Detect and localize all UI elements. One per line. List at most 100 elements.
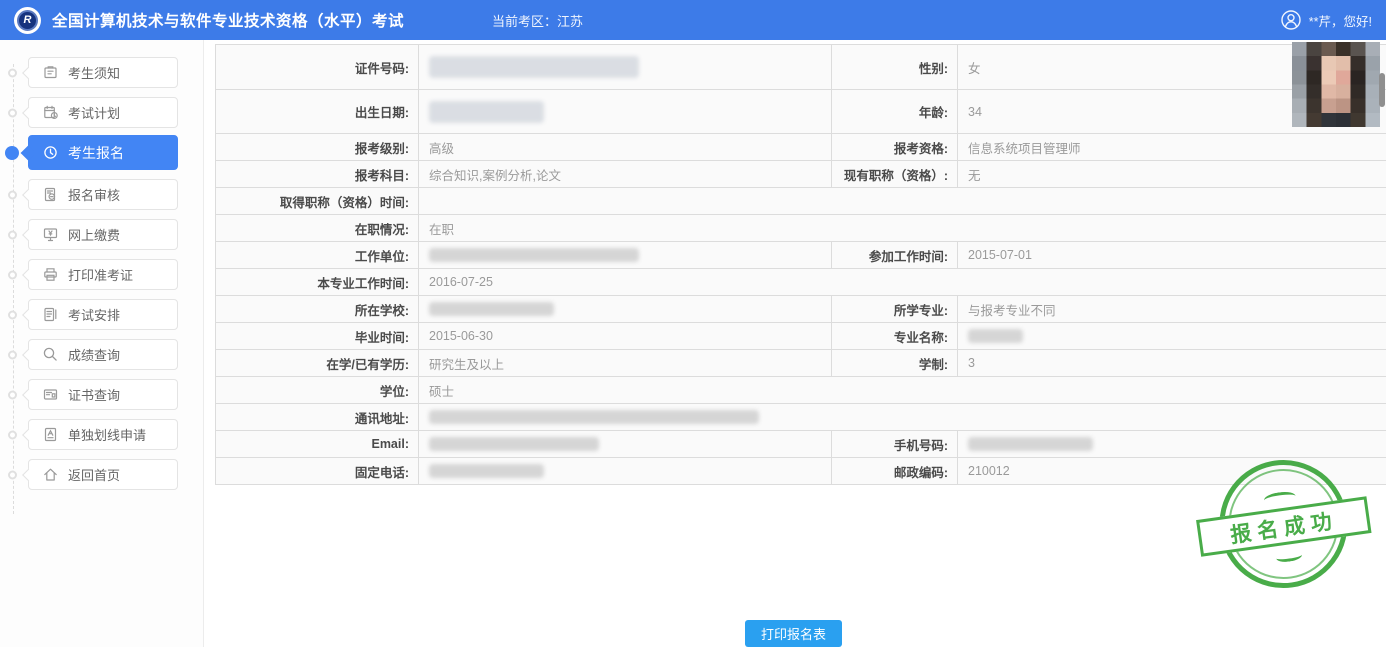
field-label: 报考级别: [216,134,419,160]
field-value: 2016-07-25 [419,269,1386,295]
sidebar-item-separate-passline-application[interactable]: 单独划线申请 [28,419,178,450]
notice-board-icon [42,64,59,81]
field-label: 通讯地址: [216,404,419,430]
form-row-exam-level: 报考级别: 高级 报考资格: 信息系统项目管理师 [216,133,1386,160]
form-row-exam-subjects: 报考科目: 综合知识,案例分析,论文 现有职称（资格）: 无 [216,160,1386,187]
clock-icon [42,144,59,161]
redacted-value [429,464,544,478]
form-row-graduation-time: 毕业时间: 2015-06-30 专业名称: [216,322,1386,349]
field-label: 毕业时间: [216,323,419,349]
field-label: 学位: [216,377,419,403]
timeline-dot [8,430,17,439]
certificate-icon [42,386,59,403]
field-label: 参加工作时间: [831,242,958,268]
field-label: 手机号码: [831,431,958,457]
redacted-value [429,410,759,424]
form-row-profession-work-time: 本专业工作时间: 2016-07-25 [216,268,1386,295]
field-value [419,296,831,322]
sidebar-item-label: 返回首页 [68,465,120,484]
field-value [419,242,831,268]
user-greeting: **芹，您好! [1309,11,1372,30]
field-value: 硕士 [419,377,1386,403]
field-label: 报考科目: [216,161,419,187]
sidebar-item-exam-plan[interactable]: 考试计划 [28,97,178,128]
redacted-value [968,329,1023,343]
form-row-id-number: 证件号码: 性别: 女 [216,45,1386,89]
field-value: 3 [958,350,1386,376]
user-avatar-icon [1280,9,1302,31]
field-label: 年龄: [831,90,958,133]
field-value [419,431,831,457]
form-row-email: Email: 手机号码: [216,430,1386,457]
registration-detail-panel: 证件号码: 性别: 女 出生日期: 年龄: 34 报考级别: 高级 报考资格: … [204,40,1386,647]
separate-line-icon [42,426,59,443]
sidebar-item-exam-arrangement[interactable]: 考试安排 [28,299,178,330]
candidate-photo [1292,42,1380,127]
sidebar-item-candidate-registration[interactable]: 考生报名 [28,135,178,170]
sidebar-item-label: 单独划线申请 [68,425,146,444]
registration-form-table: 证件号码: 性别: 女 出生日期: 年龄: 34 报考级别: 高级 报考资格: … [215,44,1386,485]
online-payment-icon [42,226,59,243]
sidebar-item-label: 证书查询 [68,385,120,404]
sidebar-item-label: 网上缴费 [68,225,120,244]
field-label: 固定电话: [216,458,419,484]
sidebar-item-certificate-inquiry[interactable]: 证书查询 [28,379,178,410]
field-value [419,90,831,133]
field-label: 证件号码: [216,45,419,89]
sidebar-item-label: 报名审核 [68,185,120,204]
sidebar-item-candidate-notice[interactable]: 考生须知 [28,57,178,88]
field-value [958,323,1386,349]
sidebar: 考生须知 考试计划 考生报名 报名审核 [0,40,204,647]
field-label: 在学/已有学历: [216,350,419,376]
timeline-dot [8,230,17,239]
timeline-dot [8,310,17,319]
field-value: 2015-07-01 [958,242,1386,268]
timeline-dot-active [5,146,19,160]
form-row-employer: 工作单位: 参加工作时间: 2015-07-01 [216,241,1386,268]
field-label: 所在学校: [216,296,419,322]
form-row-landline: 固定电话: 邮政编码: 210012 [216,457,1386,484]
form-row-education-level: 在学/已有学历: 研究生及以上 学制: 3 [216,349,1386,376]
field-value: 在职 [419,215,1386,241]
current-region-label: 当前考区：江苏 [492,11,583,30]
sidebar-item-label: 成绩查询 [68,345,120,364]
field-label: 在职情况: [216,215,419,241]
redacted-value [429,56,639,78]
field-value [419,45,831,89]
field-label: 取得职称（资格）时间: [216,188,419,214]
form-row-birth-date: 出生日期: 年龄: 34 [216,89,1386,133]
timeline-dot [8,108,17,117]
redacted-value [429,248,639,262]
timeline-line [13,64,14,514]
timeline-dot [8,68,17,77]
field-value: 无 [958,161,1386,187]
field-label: 工作单位: [216,242,419,268]
schedule-icon [42,306,59,323]
vertical-scrollbar-thumb[interactable] [1379,73,1385,107]
form-row-school: 所在学校: 所学专业: 与报考专业不同 [216,295,1386,322]
field-label: 学制: [831,350,958,376]
redacted-value [968,437,1093,451]
sidebar-item-print-admission-ticket[interactable]: 打印准考证 [28,259,178,290]
timeline-dot [8,470,17,479]
sidebar-item-score-inquiry[interactable]: 成绩查询 [28,339,178,370]
sidebar-item-registration-review[interactable]: 报名审核 [28,179,178,210]
field-label: 出生日期: [216,90,419,133]
field-label: 性别: [831,45,958,89]
form-row-degree: 学位: 硕士 [216,376,1386,403]
print-registration-form-button[interactable]: 打印报名表 [745,620,842,647]
app-logo-icon: R [14,7,41,34]
form-row-employment-status: 在职情况: 在职 [216,214,1386,241]
sidebar-item-label: 打印准考证 [68,265,133,284]
sidebar-item-online-payment[interactable]: 网上缴费 [28,219,178,250]
redacted-value [429,437,599,451]
field-value: 与报考专业不同 [958,296,1386,322]
app-header: R 全国计算机技术与软件专业技术资格（水平）考试 当前考区：江苏 **芹，您好! [0,0,1386,40]
printer-icon [42,266,59,283]
sidebar-item-back-to-home[interactable]: 返回首页 [28,459,178,490]
field-label: 所学专业: [831,296,958,322]
field-value: 研究生及以上 [419,350,831,376]
field-value [958,431,1386,457]
field-value: 210012 [958,458,1386,484]
user-account-chip[interactable]: **芹，您好! [1280,9,1372,31]
